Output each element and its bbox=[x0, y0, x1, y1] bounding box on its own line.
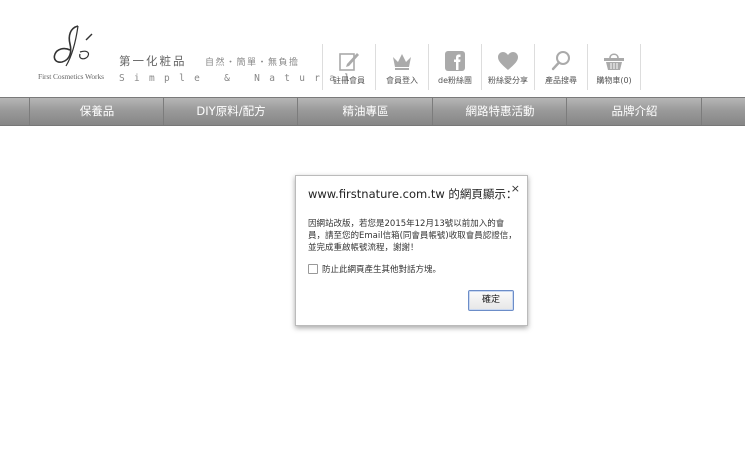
register-member-link[interactable]: 註冊會員 bbox=[322, 44, 375, 90]
alert-dialog: www.firstnature.com.tw 的網頁顯示： × 因網站改版，若您… bbox=[295, 175, 528, 326]
search-icon bbox=[551, 51, 570, 71]
menu-essential-oils[interactable]: 精油專區 bbox=[297, 98, 433, 125]
fan-page-link[interactable]: de粉絲團 bbox=[428, 44, 481, 90]
fan-page-label: de粉絲團 bbox=[438, 76, 472, 85]
pencil-edit-icon bbox=[339, 53, 359, 71]
register-member-label: 註冊會員 bbox=[333, 76, 365, 85]
top-icon-nav: 註冊會員 會員登入 de粉絲團 粉絲愛分享 產品搜尋 購物車(0) bbox=[322, 44, 641, 90]
crown-icon bbox=[393, 54, 411, 70]
heart-icon bbox=[498, 52, 518, 70]
menu-brand-intro[interactable]: 品牌介紹 bbox=[566, 98, 702, 125]
shopping-cart-link[interactable]: 購物車(0) bbox=[587, 44, 641, 90]
facebook-icon bbox=[445, 51, 465, 71]
dialog-close-button[interactable]: × bbox=[511, 182, 520, 195]
fan-share-link[interactable]: 粉絲愛分享 bbox=[481, 44, 534, 90]
fan-share-label: 粉絲愛分享 bbox=[488, 76, 528, 85]
de-logo-mark bbox=[53, 25, 93, 67]
brand-name: 第一化粧品 bbox=[119, 54, 187, 68]
member-login-link[interactable]: 會員登入 bbox=[375, 44, 428, 90]
logo-subtitle: First Cosmetics Works bbox=[38, 72, 104, 81]
member-login-label: 會員登入 bbox=[386, 76, 418, 85]
dialog-ok-button[interactable]: 確定 bbox=[468, 290, 514, 311]
prevent-dialogs-checkbox[interactable]: 防止此網頁產生其他對話方塊。 bbox=[308, 263, 441, 275]
main-menu-bar: 保養品 DIY原料/配方 精油專區 網路特惠活動 品牌介紹 bbox=[0, 97, 745, 126]
brand-tagline: 自然・簡單・無負擔 bbox=[205, 58, 300, 68]
dialog-title: www.firstnature.com.tw 的網頁顯示： bbox=[308, 187, 518, 201]
checkbox-box[interactable] bbox=[308, 264, 318, 274]
cart-basket-icon bbox=[604, 53, 624, 70]
menu-skincare[interactable]: 保養品 bbox=[29, 98, 164, 125]
prevent-dialogs-label: 防止此網頁產生其他對話方塊。 bbox=[322, 265, 442, 275]
menu-online-promotions[interactable]: 網路特惠活動 bbox=[432, 98, 567, 125]
logo[interactable]: First Cosmetics Works bbox=[38, 22, 114, 88]
product-search-link[interactable]: 產品搜尋 bbox=[534, 44, 587, 90]
menu-divider bbox=[701, 98, 702, 125]
dialog-message: 因網站改版，若您是2015年12月13號以前加入的會員，請至您的Email信箱(… bbox=[308, 219, 517, 253]
shopping-cart-label: 購物車(0) bbox=[596, 76, 632, 85]
product-search-label: 產品搜尋 bbox=[545, 76, 577, 85]
menu-diy-materials[interactable]: DIY原料/配方 bbox=[163, 98, 298, 125]
